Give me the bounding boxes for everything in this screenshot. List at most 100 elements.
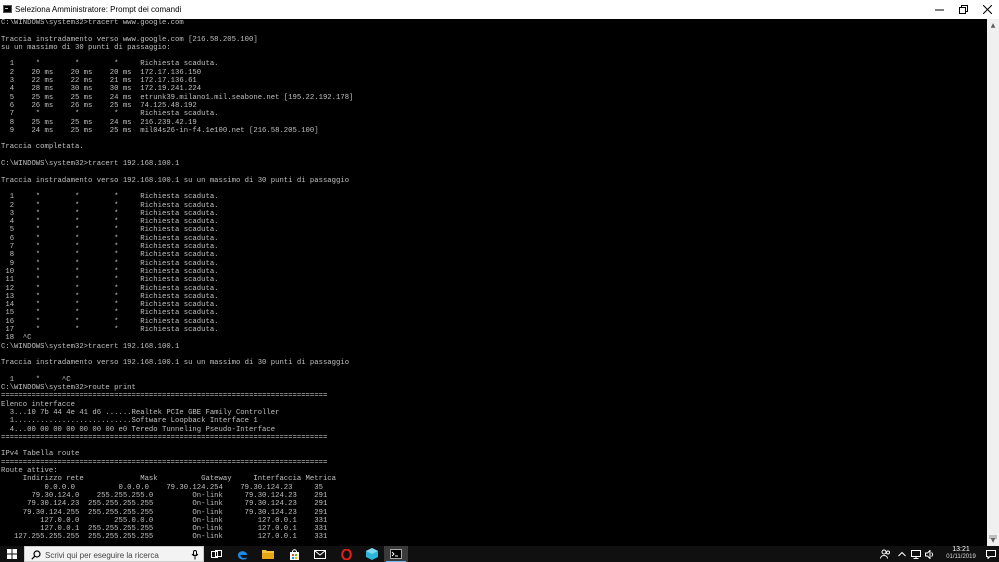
- minimize-icon: [934, 9, 944, 11]
- network-icon: [911, 549, 921, 559]
- console-line: 79.30.124.255 255.255.255.255 On-link 79…: [1, 508, 328, 517]
- clock-time: 13:21: [952, 546, 970, 553]
- console-line: 14 * * * Richiesta scaduta.: [1, 301, 219, 310]
- scroll-up-icon[interactable]: ▲: [987, 19, 999, 31]
- console-line: Route attive:: [1, 467, 58, 476]
- console-line: 3 * * * Richiesta scaduta.: [1, 209, 219, 218]
- scroll-down-icon[interactable]: ▼: [987, 534, 999, 546]
- console-line: 5 25 ms 25 ms 24 ms etrunk39.milano1.mil…: [1, 93, 354, 102]
- edge-icon: [237, 550, 247, 560]
- search-box[interactable]: [24, 546, 204, 562]
- microphone-icon[interactable]: [191, 550, 199, 560]
- console-line: 2 20 ms 20 ms 20 ms 172.17.136.150: [1, 68, 202, 77]
- maximize-button[interactable]: [951, 0, 975, 19]
- close-icon: [982, 5, 992, 14]
- console-line: 3 22 ms 22 ms 21 ms 172.17.136.61: [1, 77, 197, 86]
- chevron-up-icon: [898, 551, 906, 557]
- console-line: 79.30.124.23 255.255.255.255 On-link 79.…: [1, 500, 328, 509]
- console-line: 1 * * * Richiesta scaduta.: [1, 193, 219, 202]
- console-line: 17 * * * Richiesta scaduta.: [1, 325, 219, 334]
- action-center-button[interactable]: [984, 546, 998, 562]
- window-title: Seleziona Amministratore: Prompt dei com…: [15, 5, 182, 14]
- console-line: 7 * * * Richiesta scaduta.: [1, 110, 219, 119]
- console-line: 9 24 ms 25 ms 25 ms mil04s26-in-f4.1e100…: [1, 126, 319, 135]
- console-line: 9 * * * Richiesta scaduta.: [1, 259, 219, 268]
- console-line: 12 * * * Richiesta scaduta.: [1, 284, 219, 293]
- windows-logo-icon: [7, 549, 17, 559]
- store-button[interactable]: [282, 546, 306, 562]
- console-line: 13 * * * Richiesta scaduta.: [1, 292, 219, 301]
- console-line: Indirizzo rete Mask Gateway Interfaccia …: [1, 475, 337, 484]
- console-line: C:\WINDOWS\system32>route print: [1, 384, 136, 393]
- app-button[interactable]: [360, 546, 384, 562]
- console-line: ========================================…: [1, 392, 328, 401]
- console-line: Elenco interfacce: [1, 400, 75, 409]
- console-line: 7 * * * Richiesta scaduta.: [1, 243, 219, 252]
- app-icon: [366, 548, 378, 560]
- system-clock[interactable]: 13:21 01/11/2019: [942, 546, 980, 562]
- volume-button[interactable]: [924, 546, 936, 562]
- title-bar[interactable]: Seleziona Amministratore: Prompt dei com…: [0, 0, 999, 19]
- network-button[interactable]: [910, 546, 922, 562]
- start-button[interactable]: [0, 546, 24, 562]
- volume-icon: [925, 549, 934, 559]
- console-line: 79.30.124.0 255.255.255.0 On-link 79.30.…: [1, 491, 328, 500]
- opera-button[interactable]: [334, 546, 358, 562]
- console-line: 6 * * * Richiesta scaduta.: [1, 234, 219, 243]
- console-line: 127.0.0.0 255.0.0.0 On-link 127.0.0.1 33…: [1, 516, 328, 525]
- file-explorer-icon: [262, 550, 274, 559]
- vertical-scrollbar[interactable]: ▲ ▼: [987, 19, 999, 546]
- taskbar: 13:21 01/11/2019: [0, 546, 999, 562]
- console-line: IPv4 Tabella route: [1, 450, 80, 459]
- people-icon: [879, 549, 890, 559]
- command-prompt-button[interactable]: [384, 546, 408, 562]
- console-line: su un massimo di 30 punti di passaggio:: [1, 43, 171, 52]
- console-line: 5 * * * Richiesta scaduta.: [1, 226, 219, 235]
- mail-icon: [314, 549, 326, 559]
- people-button[interactable]: [878, 546, 892, 562]
- console-line: 15 * * * Richiesta scaduta.: [1, 309, 219, 318]
- cmd-icon: [3, 5, 12, 13]
- console-line: 1...........................Software Loo…: [1, 417, 258, 426]
- console-line: Traccia instradamento verso www.google.c…: [1, 35, 258, 44]
- store-icon: [289, 548, 299, 560]
- console-line: 0.0.0.0 0.0.0.0 79.30.124.254 79.30.124.…: [1, 483, 323, 492]
- maximize-icon: [958, 5, 968, 14]
- mail-button[interactable]: [308, 546, 332, 562]
- console-line: Traccia completata.: [1, 143, 84, 152]
- task-view-icon: [210, 549, 222, 558]
- file-explorer-button[interactable]: [256, 546, 280, 562]
- console-line: 2 * * * Richiesta scaduta.: [1, 201, 219, 210]
- search-input[interactable]: [45, 549, 195, 561]
- console-line: 8 25 ms 25 ms 24 ms 216.239.42.19: [1, 118, 197, 127]
- show-hidden-icons-button[interactable]: [896, 546, 908, 562]
- task-view-button[interactable]: [204, 546, 228, 562]
- console-line: 127.0.0.1 255.255.255.255 On-link 127.0.…: [1, 525, 328, 534]
- console-line: 6 26 ms 26 ms 25 ms 74.125.48.192: [1, 101, 197, 110]
- console-line: Traccia instradamento verso 192.168.100.…: [1, 176, 350, 185]
- console-line: 11 * * * Richiesta scaduta.: [1, 276, 219, 285]
- console-line: C:\WINDOWS\system32>tracert 192.168.100.…: [1, 160, 180, 169]
- console-line: ========================================…: [1, 433, 328, 442]
- console-output[interactable]: C:\WINDOWS\system32>tracert www.google.c…: [0, 19, 988, 546]
- console-line: 4 28 ms 30 ms 30 ms 172.19.241.224: [1, 85, 202, 94]
- console-line: 1 * ^C: [1, 375, 71, 384]
- console-line: 4...00 00 00 00 00 00 00 e0 Teredo Tunne…: [1, 425, 276, 434]
- console-line: 18 ^C: [1, 334, 32, 343]
- minimize-button[interactable]: [927, 0, 951, 19]
- close-button[interactable]: [975, 0, 999, 19]
- console-line: C:\WINDOWS\system32>tracert www.google.c…: [1, 19, 184, 27]
- console-line: 10 * * * Richiesta scaduta.: [1, 267, 219, 276]
- console-line: 127.255.255.255 255.255.255.255 On-link …: [1, 533, 328, 542]
- search-icon: [31, 550, 41, 560]
- console-line: C:\WINDOWS\system32>tracert 192.168.100.…: [1, 342, 180, 351]
- command-prompt-icon: [390, 549, 402, 559]
- console-line: 3...10 7b 44 4e 41 d6 ......Realtek PCIe…: [1, 408, 280, 417]
- edge-button[interactable]: [230, 546, 254, 562]
